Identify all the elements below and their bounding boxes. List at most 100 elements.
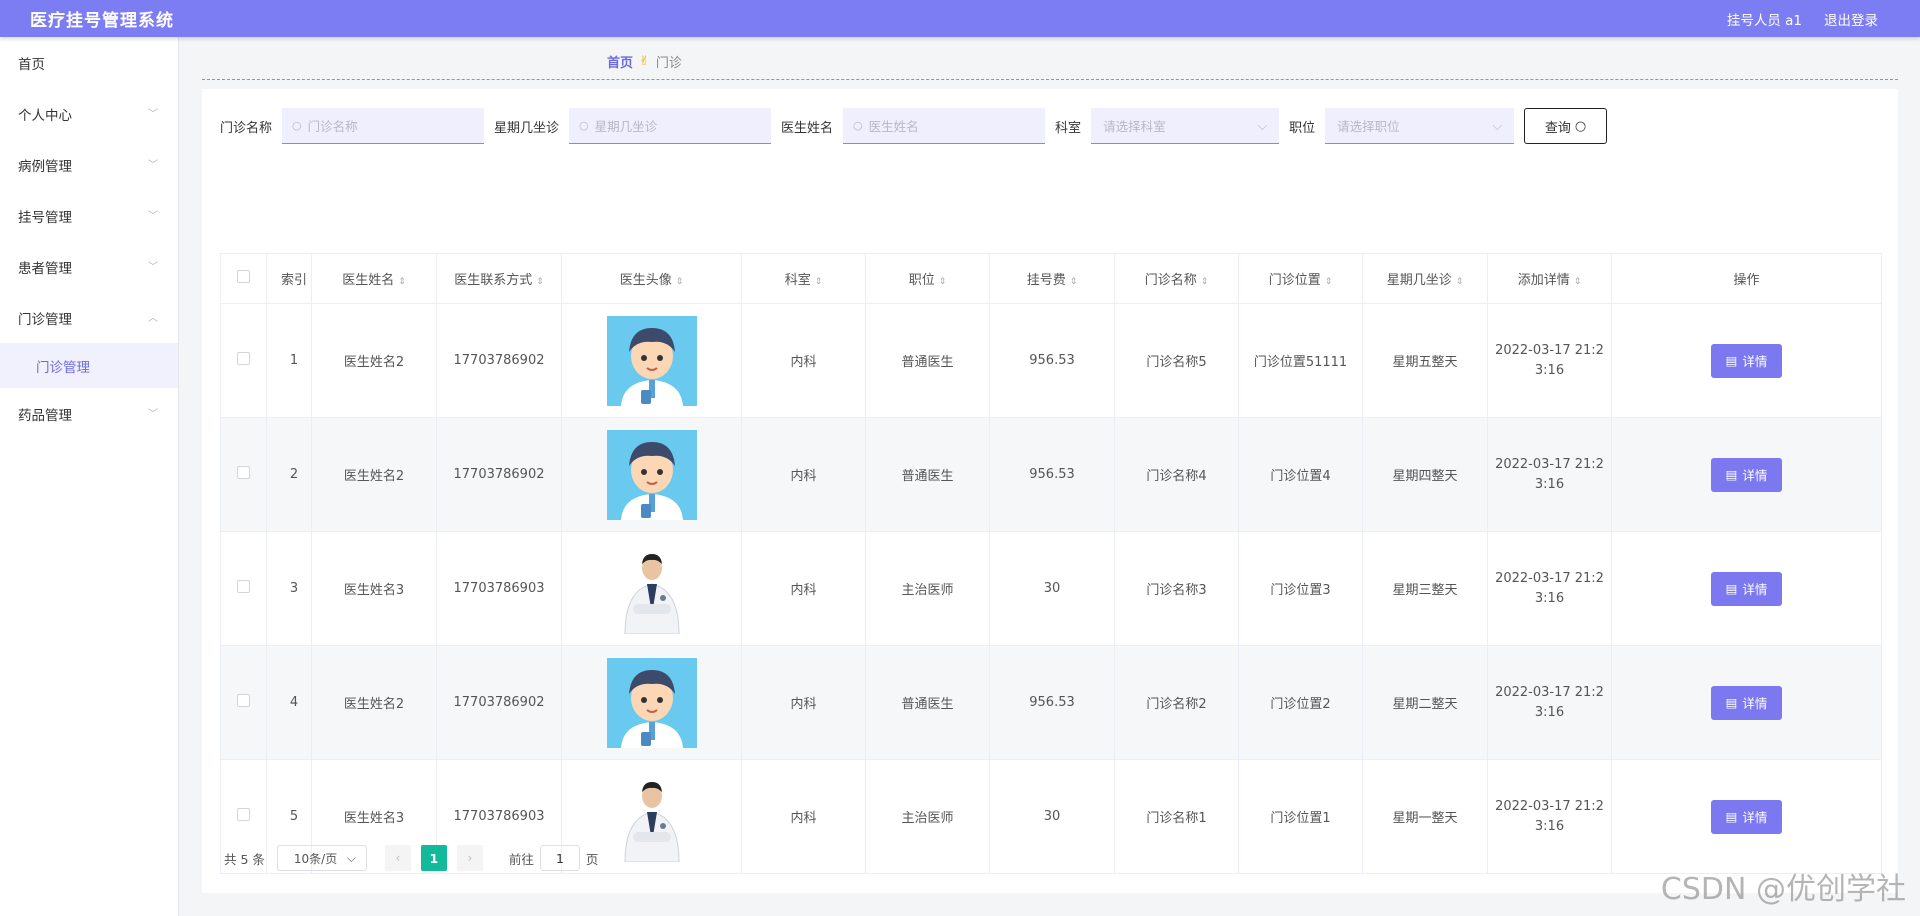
next-page-button[interactable]: ›	[456, 845, 483, 871]
cell-position: 普通医生	[865, 303, 990, 418]
cell-doctor-phone: 17703786903	[436, 531, 562, 646]
chevron-down-icon: ﹀	[148, 261, 158, 273]
sidebar-item-clinic[interactable]: 门诊管理 ︿	[0, 292, 178, 343]
column-header-weekday[interactable]: 星期几坐诊 ⇕	[1362, 253, 1488, 304]
cell-actions: ▤ 详情	[1611, 417, 1882, 532]
sidebar: 首页 个人中心 ﹀ 病例管理 ﹀ 挂号管理 ﹀ 患者管理 ﹀ 门诊管理 ︿ 门诊管理 药品…	[0, 37, 179, 916]
column-header-position[interactable]: 职位 ⇕	[865, 253, 990, 304]
pagination: 共 5 条 10条/页 ⌵ ‹ 1 › 前往 1 页	[224, 845, 598, 871]
position-select[interactable]: 请选择职位 ⌵	[1325, 108, 1515, 144]
doctor-name-input[interactable]: ○ 医生姓名	[843, 108, 1046, 144]
detail-button[interactable]: ▤ 详情	[1711, 343, 1782, 378]
sort-icon[interactable]: ⇕	[1201, 277, 1209, 287]
cell-added-date: 2022-03-17 21:23:16	[1487, 303, 1612, 418]
column-header-label: 星期几坐诊	[1386, 273, 1452, 288]
chevron-down-icon: ⌵	[1492, 117, 1503, 133]
column-header-doctor-avatar[interactable]: 医生头像 ⇕	[561, 253, 742, 304]
row-checkbox-cell[interactable]	[220, 531, 267, 646]
column-header-clinic-location[interactable]: 门诊位置 ⇕	[1238, 253, 1363, 304]
logout-button[interactable]: 退出登录	[1824, 9, 1878, 29]
sort-icon[interactable]: ⇕	[676, 277, 684, 287]
sidebar-item-drugs[interactable]: 药品管理 ﹀	[0, 388, 178, 439]
column-header-index: 索引	[266, 253, 312, 304]
row-checkbox[interactable]	[237, 808, 250, 821]
cell-department: 内科	[741, 303, 866, 418]
cell-position: 主治医师	[865, 759, 990, 874]
select-all-checkbox[interactable]	[237, 270, 250, 283]
watermark: CSDN @优创学社	[1660, 872, 1906, 907]
cell-index: 4	[266, 645, 312, 760]
chevron-down-icon: ﹀	[148, 210, 158, 222]
department-select[interactable]: 请选择科室 ⌵	[1091, 108, 1280, 144]
row-checkbox-cell[interactable]	[220, 645, 267, 760]
column-header-department[interactable]: 科室 ⇕	[741, 253, 866, 304]
sidebar-item-home[interactable]: 首页	[0, 37, 178, 88]
cell-actions: ▤ 详情	[1611, 645, 1882, 760]
query-button[interactable]: 查询 ○	[1524, 108, 1608, 144]
sidebar-item-profile[interactable]: 个人中心 ﹀	[0, 88, 178, 139]
clinic-name-input[interactable]: ○ 门诊名称	[282, 108, 485, 144]
doctor-avatar-image	[606, 543, 697, 634]
row-checkbox-cell[interactable]	[220, 303, 267, 418]
sidebar-item-registration[interactable]: 挂号管理 ﹀	[0, 190, 178, 241]
cell-doctor-name: 医生姓名3	[311, 531, 437, 646]
chevron-down-icon: ﹀	[148, 408, 158, 420]
cell-fee: 30	[989, 531, 1115, 646]
detail-button[interactable]: ▤ 详情	[1711, 799, 1782, 834]
column-header-doctor-phone[interactable]: 医生联系方式 ⇕	[436, 253, 562, 304]
weekday-input[interactable]: ○ 星期几坐诊	[569, 108, 772, 144]
row-checkbox[interactable]	[237, 580, 250, 593]
department-placeholder: 请选择科室	[1103, 119, 1166, 134]
sort-icon[interactable]: ⇕	[398, 277, 406, 287]
table-row: 1 医生姓名2 17703786902 内科 普通医生 956.53 门诊名称5 门诊位置51…	[220, 303, 1882, 418]
cell-clinic-location: 门诊位置3	[1238, 531, 1363, 646]
page-number-button[interactable]: 1	[420, 845, 447, 871]
detail-button[interactable]: ▤ 详情	[1711, 457, 1782, 492]
chevron-down-icon: ﹀	[148, 108, 158, 120]
detail-button[interactable]: ▤ 详情	[1711, 685, 1782, 720]
row-checkbox[interactable]	[237, 694, 250, 707]
prev-page-button[interactable]: ‹	[384, 845, 411, 871]
goto-page-input[interactable]: 1	[539, 845, 580, 871]
cell-fee: 956.53	[989, 645, 1115, 760]
column-header-fee[interactable]: 挂号费 ⇕	[989, 253, 1115, 304]
cell-department: 内科	[741, 531, 866, 646]
select-all-checkbox-cell[interactable]	[220, 253, 267, 304]
cell-doctor-phone: 17703786902	[436, 303, 562, 418]
cell-clinic-name: 门诊名称5	[1114, 303, 1239, 418]
sidebar-item-label: 个人中心	[18, 107, 72, 124]
query-button-label: 查询	[1544, 120, 1571, 136]
cell-clinic-location: 门诊位置51111	[1238, 303, 1363, 418]
column-header-label: 医生姓名	[342, 273, 395, 288]
sort-icon[interactable]: ⇕	[1456, 277, 1464, 287]
column-header-label: 科室	[784, 273, 811, 288]
cell-doctor-name: 医生姓名2	[311, 645, 437, 760]
pagination-total: 共 5 条	[224, 851, 265, 867]
content-card: 门诊名称 ○ 门诊名称 星期几坐诊 ○ 星期几坐诊 医生姓名 ○ 医生姓名 科室…	[202, 89, 1898, 893]
cell-actions: ▤ 详情	[1611, 303, 1882, 418]
column-header-label: 职位	[908, 273, 935, 288]
cell-clinic-name: 门诊名称2	[1114, 645, 1239, 760]
column-header-clinic-name[interactable]: 门诊名称 ⇕	[1114, 253, 1239, 304]
row-checkbox[interactable]	[237, 352, 250, 365]
page-size-select[interactable]: 10条/页 ⌵	[276, 845, 367, 871]
chevron-down-icon: ﹀	[148, 159, 158, 171]
cell-clinic-name: 门诊名称4	[1114, 417, 1239, 532]
sort-icon[interactable]: ⇕	[1325, 277, 1333, 287]
sort-icon[interactable]: ⇕	[815, 277, 823, 287]
sort-icon[interactable]: ⇕	[1574, 277, 1582, 287]
row-checkbox[interactable]	[237, 466, 250, 479]
cell-position: 主治医师	[865, 531, 990, 646]
sidebar-subitem-clinic-management[interactable]: 门诊管理	[0, 343, 178, 388]
column-header-doctor-name[interactable]: 医生姓名 ⇕	[311, 253, 437, 304]
sort-icon[interactable]: ⇕	[1070, 277, 1078, 287]
cell-doctor-phone: 17703786902	[436, 645, 562, 760]
sort-icon[interactable]: ⇕	[939, 277, 947, 287]
sort-icon[interactable]: ⇕	[536, 277, 544, 287]
sidebar-item-patients[interactable]: 患者管理 ﹀	[0, 241, 178, 292]
column-header-added[interactable]: 添加详情 ⇕	[1487, 253, 1612, 304]
row-checkbox-cell[interactable]	[220, 417, 267, 532]
breadcrumb-home[interactable]: 首页	[607, 52, 633, 71]
detail-button[interactable]: ▤ 详情	[1711, 571, 1782, 606]
sidebar-item-cases[interactable]: 病例管理 ﹀	[0, 139, 178, 190]
